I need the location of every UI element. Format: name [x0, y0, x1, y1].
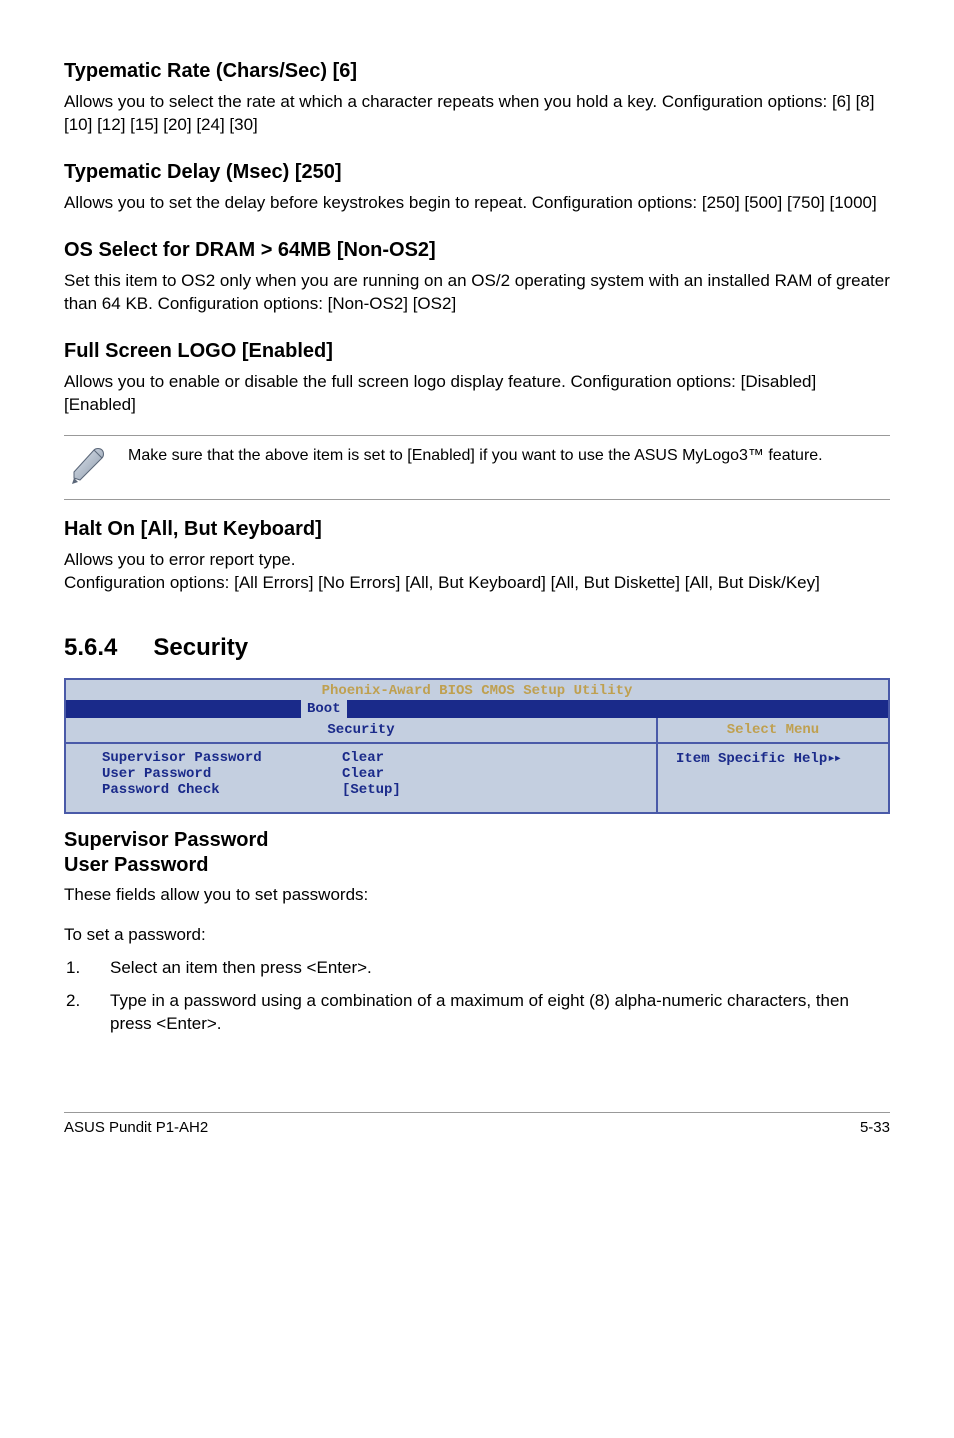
heading-typematic-delay: Typematic Delay (Msec) [250] — [64, 161, 890, 184]
bios-value: [Setup] — [342, 782, 401, 798]
step-text: Select an item then press <Enter>. — [110, 957, 372, 980]
footer-left: ASUS Pundit P1-AH2 — [64, 1119, 208, 1136]
bios-tab-boot: Boot — [301, 700, 347, 718]
heading-typematic-rate: Typematic Rate (Chars/Sec) [6] — [64, 60, 890, 83]
bios-row-user: User Password Clear — [102, 766, 646, 782]
bios-tabbar: Boot — [66, 700, 888, 718]
bios-value: Clear — [342, 750, 384, 766]
step-text: Type in a password using a combination o… — [110, 990, 890, 1036]
note-text: Make sure that the above item is set to … — [128, 444, 823, 467]
body-typematic-delay: Allows you to set the delay before keyst… — [64, 192, 890, 215]
section-security-heading: 5.6.4 Security — [64, 634, 890, 662]
heading-user-password: User Password — [64, 853, 890, 878]
heading-halt-on: Halt On [All, But Keyboard] — [64, 518, 890, 541]
step-number: 1. — [66, 957, 110, 980]
body-os-select: Set this item to OS2 only when you are r… — [64, 270, 890, 316]
step-number: 2. — [66, 990, 110, 1036]
note-block: Make sure that the above item is set to … — [64, 435, 890, 500]
bios-label: Password Check — [102, 782, 342, 798]
bios-value: Clear — [342, 766, 384, 782]
footer-right: 5-33 — [860, 1119, 890, 1136]
bios-left-body: Supervisor Password Clear User Password … — [66, 744, 656, 812]
section-title: Security — [153, 634, 248, 662]
pencil-icon — [64, 444, 128, 491]
heading-os-select: OS Select for DRAM > 64MB [Non-OS2] — [64, 239, 890, 262]
bios-left-header: Security — [66, 718, 656, 744]
bios-label: Supervisor Password — [102, 750, 342, 766]
bios-row-check: Password Check [Setup] — [102, 782, 646, 798]
bios-help-text: Item Specific Help — [676, 751, 827, 767]
body-halt-on-1: Allows you to error report type. — [64, 549, 890, 572]
body-typematic-rate: Allows you to select the rate at which a… — [64, 91, 890, 137]
list-item: 2. Type in a password using a combinatio… — [66, 990, 890, 1036]
passwords-intro: These fields allow you to set passwords: — [64, 884, 890, 907]
bios-row-supervisor: Supervisor Password Clear — [102, 750, 646, 766]
password-steps: 1. Select an item then press <Enter>. 2.… — [66, 957, 890, 1036]
body-halt-on-2: Configuration options: [All Errors] [No … — [64, 572, 890, 595]
heading-supervisor-password: Supervisor Password — [64, 828, 890, 853]
list-item: 1. Select an item then press <Enter>. — [66, 957, 890, 980]
bios-screenshot: Phoenix-Award BIOS CMOS Setup Utility Bo… — [64, 678, 890, 814]
bios-title: Phoenix-Award BIOS CMOS Setup Utility — [66, 680, 888, 700]
passwords-to-set: To set a password: — [64, 925, 890, 945]
bios-right-body: Item Specific Help▸▸ — [658, 744, 888, 781]
body-full-screen-logo: Allows you to enable or disable the full… — [64, 371, 890, 417]
page-footer: ASUS Pundit P1-AH2 5-33 — [64, 1112, 890, 1136]
heading-full-screen-logo: Full Screen LOGO [Enabled] — [64, 340, 890, 363]
chevron-right-icon: ▸▸ — [827, 751, 840, 767]
bios-label: User Password — [102, 766, 342, 782]
bios-right-header: Select Menu — [658, 718, 888, 744]
section-number: 5.6.4 — [64, 634, 117, 662]
